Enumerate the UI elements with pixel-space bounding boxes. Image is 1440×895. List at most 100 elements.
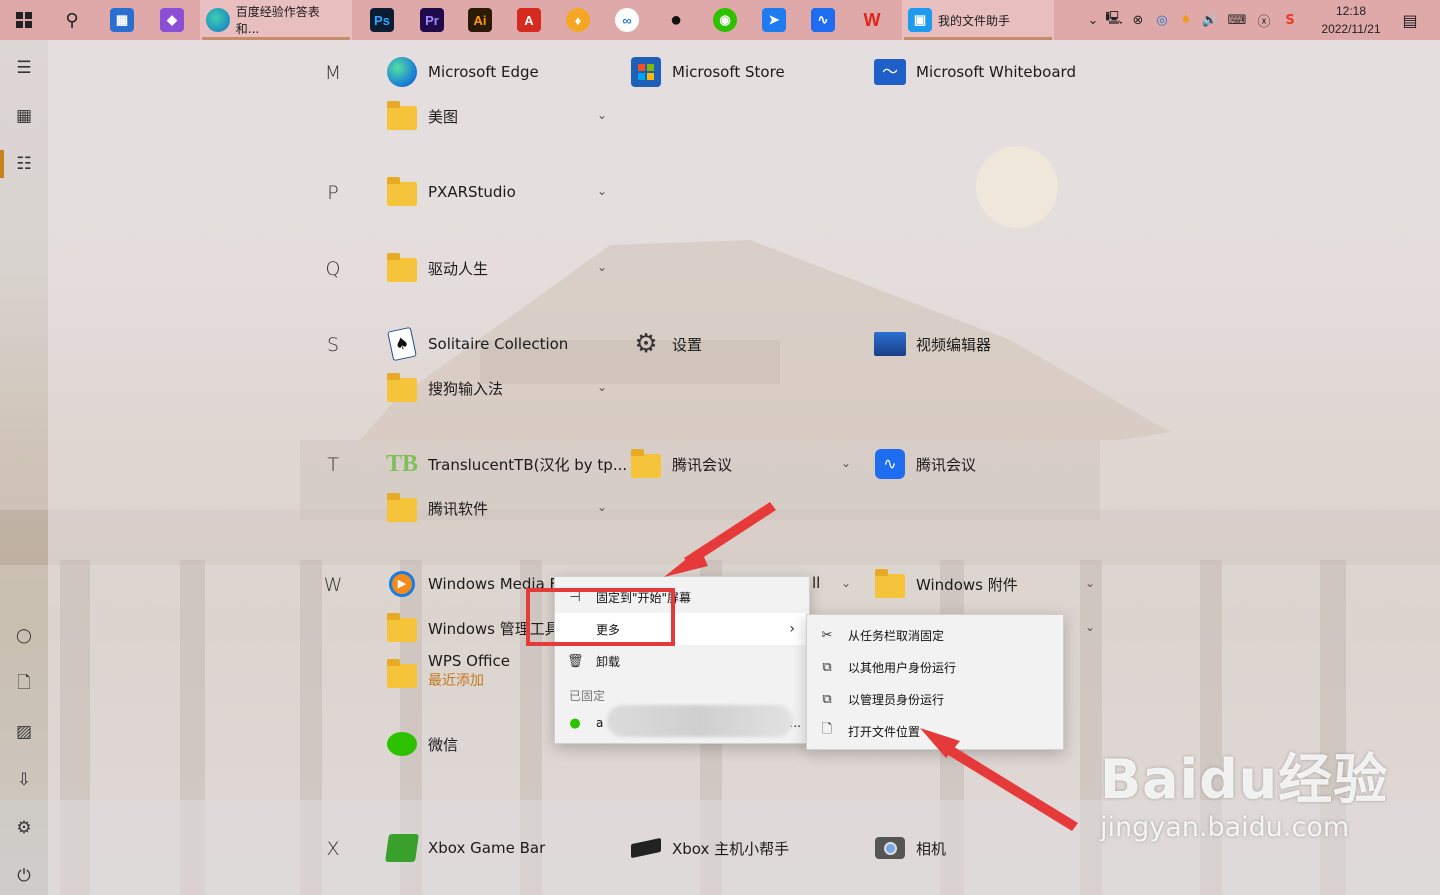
app-video-editor[interactable]: 视频编辑器 — [874, 322, 991, 366]
submenu-item-unpin-taskbar[interactable]: ✂ 从任务栏取消固定 — [807, 619, 1063, 651]
taskbar-qq[interactable]: ● — [654, 0, 698, 40]
taskbar-task-edge[interactable]: 百度经验作答表 和... — [200, 0, 352, 40]
chevron-down-icon[interactable]: ⌄ — [597, 184, 607, 198]
menu-item-uninstall[interactable]: 🗑 卸载 — [555, 645, 809, 677]
submenu-item-open-file-location[interactable]: 🗋 打开文件位置 — [807, 715, 1063, 747]
all-apps-button[interactable]: ☷ — [0, 142, 48, 186]
power-icon: ⏻ — [17, 866, 31, 886]
letter-header-p[interactable]: P — [318, 182, 348, 204]
chevron-right-icon: › — [789, 621, 795, 637]
folder-icon — [386, 372, 418, 404]
folder-wps-office[interactable]: WPS Office 最近添加 — [386, 652, 510, 698]
taskbar-baidunetdisk[interactable]: ∞ — [605, 0, 649, 40]
app-label: Microsoft Edge — [428, 63, 539, 81]
settings-button[interactable]: ⚙ — [0, 806, 48, 850]
folder-pxarstudio[interactable]: PXARStudio — [386, 170, 516, 214]
letter-header-w[interactable]: W — [318, 574, 348, 596]
chevron-down-icon[interactable]: ⌄ — [1085, 620, 1095, 634]
documents-button[interactable]: 🗋 — [0, 662, 48, 706]
letter-header-m[interactable]: M — [318, 62, 348, 84]
app-camera[interactable]: 相机 — [874, 826, 946, 870]
network-icon[interactable]: 🖳 — [1102, 9, 1126, 31]
chevron-down-icon[interactable]: ⌄ — [841, 576, 851, 590]
picture-icon: ▨ — [15, 722, 33, 742]
watermark-main: Baidu经验 — [1100, 748, 1389, 811]
wechat-icon: ◉ — [713, 8, 737, 32]
chevron-down-icon[interactable]: ⌄ — [597, 500, 607, 514]
letter-header-q[interactable]: Q — [318, 258, 348, 280]
letter-header-t[interactable]: T — [318, 454, 348, 476]
edge-tray-icon[interactable]: ◎ — [1150, 13, 1174, 28]
wechat-icon — [386, 728, 418, 760]
volume-icon[interactable]: 🔊 — [1198, 13, 1222, 28]
chevron-down-icon[interactable]: ⌄ — [1085, 576, 1095, 590]
app-settings[interactable]: ⚙ 设置 — [630, 322, 702, 366]
sogou-icon[interactable]: S — [1276, 13, 1304, 28]
hamburger-menu-button[interactable]: ☰ — [0, 46, 48, 90]
folder-tencent-meeting[interactable]: 腾讯会议 — [630, 442, 732, 486]
close-circle-icon[interactable]: ⓧ — [1252, 11, 1276, 30]
app-xbox-companion[interactable]: Xbox 主机小帮手 — [630, 826, 789, 870]
chevron-down-icon[interactable]: ⌄ — [597, 108, 607, 122]
taskbar-acrobat[interactable]: A — [507, 0, 551, 40]
app-label: 视频编辑器 — [916, 335, 992, 354]
folder-tencent-software[interactable]: 腾讯软件 — [386, 486, 488, 530]
app-solitaire-collection[interactable]: ♠ Solitaire Collection — [386, 322, 568, 366]
app-xbox-game-bar[interactable]: Xbox Game Bar — [385, 826, 546, 870]
app-microsoft-whiteboard[interactable]: 〜 Microsoft Whiteboard — [874, 50, 1076, 94]
taskbar-tencent-meeting[interactable]: ∿ — [801, 0, 845, 40]
folder-sogou-input[interactable]: 搜狗输入法 — [386, 366, 503, 410]
app-label: 腾讯软件 — [428, 499, 489, 518]
folder-meitu[interactable]: 美图 — [386, 94, 458, 138]
folder-icon — [630, 448, 662, 480]
taskbar-huorong[interactable]: ♦ — [556, 0, 600, 40]
search-icon: ⚲ — [65, 9, 79, 31]
chevron-down-icon[interactable]: ⌄ — [597, 380, 607, 394]
app-wechat[interactable]: 微信 — [386, 722, 458, 766]
edge-icon — [206, 8, 230, 32]
clock-date: 2022/11/21 — [1321, 22, 1381, 36]
tiles-view-button[interactable]: ▦ — [0, 94, 48, 138]
app-label: Xbox Game Bar — [428, 839, 546, 857]
folder-icon — [386, 612, 418, 644]
account-button[interactable]: ◯ — [0, 614, 48, 658]
letter-header-x[interactable]: X — [318, 838, 348, 860]
app-tencent-meeting[interactable]: ∿ 腾讯会议 — [874, 442, 976, 486]
taskbar-photoshop[interactable]: Ps — [360, 0, 404, 40]
windows-logo-icon — [16, 12, 32, 28]
pictures-button[interactable]: ▨ — [0, 710, 48, 754]
chevron-down-icon[interactable]: ⌄ — [841, 456, 851, 470]
taskbar-task-file-assistant[interactable]: ▣ 我的文件助手 — [902, 0, 1054, 40]
taskbar-illustrator[interactable]: Ai — [458, 0, 502, 40]
taskbar-wechat[interactable]: ◉ — [703, 0, 747, 40]
watermark-sub: jingyan.baidu.com — [1100, 812, 1350, 843]
taskbar-feishu[interactable]: ➤ — [752, 0, 796, 40]
chevron-up-icon[interactable]: ⌄ — [1084, 13, 1102, 28]
app-label: 腾讯会议 — [916, 455, 977, 474]
power-button[interactable]: ⏻ — [0, 854, 48, 895]
chevron-down-icon[interactable]: ⌄ — [597, 260, 607, 274]
keyboard-icon[interactable]: ⌨ — [1222, 13, 1252, 28]
app-microsoft-edge[interactable]: Microsoft Edge — [386, 50, 539, 94]
flame-tray-icon[interactable]: ♦ — [1174, 13, 1198, 28]
notification-button[interactable]: ▤ — [1392, 0, 1428, 40]
submenu-item-run-as-other-user[interactable]: ⧉ 以其他用户身份运行 — [807, 651, 1063, 683]
letter-header-s[interactable]: S — [318, 334, 348, 356]
folder-windows-accessories[interactable]: Windows 附件 — [874, 562, 1018, 606]
downloads-button[interactable]: ⇩ — [0, 758, 48, 802]
app-label: Solitaire Collection — [428, 335, 569, 353]
start-button[interactable] — [0, 0, 48, 40]
vpn-icon[interactable]: ⊗ — [1126, 13, 1150, 28]
taskbar-cube-app[interactable]: ◆ — [150, 0, 194, 40]
taskbar-premiere[interactable]: Pr — [410, 0, 454, 40]
clock[interactable]: 12:18 2022/11/21 — [1316, 2, 1386, 38]
taskbar-wps[interactable]: W — [850, 0, 894, 40]
send-icon: ➤ — [762, 8, 786, 32]
taskbar-store[interactable]: ▦ — [100, 0, 144, 40]
search-button[interactable]: ⚲ — [48, 0, 96, 40]
folder-driver-life[interactable]: 驱动人生 — [386, 246, 488, 290]
submenu-item-run-as-admin[interactable]: ⧉ 以管理员身份运行 — [807, 683, 1063, 715]
app-translucenttb[interactable]: TB TranslucentTB(汉化 by tp... — [386, 442, 627, 486]
app-microsoft-store[interactable]: Microsoft Store — [630, 50, 785, 94]
pinned-section-header: 已固定 — [569, 689, 606, 703]
